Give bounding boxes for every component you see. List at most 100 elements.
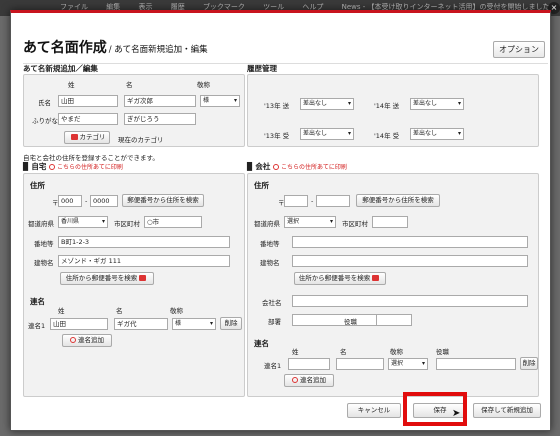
address-to-zip-label: 住所から郵便番号を検索 [65,274,138,282]
save-and-add-button[interactable]: 保存して新規追加 [473,403,541,418]
company-name-input[interactable] [292,295,528,307]
company-heading-text: 会社 [255,162,271,171]
history-label: '13年 受 [264,130,289,140]
building-label: 建物名 [260,259,280,267]
title-select[interactable]: 様 [200,95,240,107]
city-label: 市区町村 [342,220,368,228]
add-icon [292,377,298,383]
street-input[interactable]: B町1-2-3 [58,236,230,248]
company-address-title: 住所 [254,181,269,190]
history-select[interactable]: 差出なし [410,128,464,140]
zip2-input[interactable]: 0000 [90,195,118,207]
company-zip1-input[interactable] [284,195,308,207]
city-label: 市区町村 [114,220,140,228]
city-input[interactable]: ○市 [144,216,202,228]
mei-kana-input[interactable]: ぎがじろう [124,113,196,125]
col-title-label: 敬称 [197,81,210,89]
category-button[interactable]: カテゴリ [64,131,110,144]
company-street-input[interactable] [292,236,528,248]
zip-search-button[interactable]: 郵便番号から住所を検索 [122,194,204,207]
sei-input[interactable]: 山田 [58,95,118,107]
joint-col-sei: 姓 [58,307,65,315]
company-building-input[interactable] [292,255,528,267]
building-input[interactable]: メゾンド・ギガ 111 [58,255,230,267]
history-kind: 年 送 [274,102,290,110]
company-joint-add-button[interactable]: 連名追加 [284,374,334,387]
joint-col-position: 役職 [436,348,449,356]
search-map-icon [372,275,380,281]
sei-kana-input[interactable]: やまだ [58,113,118,125]
category-button-label: カテゴリ [79,133,106,141]
address-to-zip-button[interactable]: 住所から郵便番号を検索 [60,272,154,285]
home-box: 住所 〒 000 - 0000 郵便番号から住所を検索 都道府県 香川県 市区町… [23,173,245,397]
divider [23,63,548,64]
history-select[interactable]: 差出なし [300,128,354,140]
category-value: 現在のカテゴリ [118,136,164,144]
mei-input[interactable]: ギガ次郎 [124,95,196,107]
address-section-title: あて名新規追加／編集 [23,64,98,73]
furigana-label: ふりがな [32,117,58,125]
company-radio-label: こちらの住所あてに印刷 [281,164,347,171]
history-label: '13年 送 [264,100,289,110]
joint-sei-input[interactable]: 山田 [50,318,108,330]
company-joint-sei-input[interactable] [288,358,330,370]
history-label: '14年 受 [374,130,399,140]
dept-label: 部署 [268,318,281,326]
address-edit-dialog: あて名面作成 / あて名面新規追加・編集 オプション あて名新規追加／編集 姓 名… [10,10,551,431]
history-kind: 年 受 [274,132,290,140]
street-label: 番地等 [34,240,54,248]
joint-add-button[interactable]: 連名追加 [62,334,112,347]
joint-col-title: 敬称 [170,307,183,315]
joint-title-select[interactable]: 様 [172,318,216,330]
history-label: '14年 送 [374,100,399,110]
company-joint-title-select[interactable]: 選択 [388,358,428,370]
position-input[interactable] [376,314,412,326]
company-joint-position-input[interactable] [436,358,516,370]
company-radio[interactable] [273,164,280,170]
company-joint-title: 連名 [254,339,269,348]
joint-col-title: 敬称 [390,348,403,356]
history-select[interactable]: 差出なし [300,98,354,110]
history-section-title: 履歴管理 [247,64,277,73]
company-heading: ▉ 会社 こちらの住所あてに印刷 [247,161,347,172]
history-kind: 年 受 [384,132,400,140]
option-button[interactable]: オプション [493,41,545,58]
cancel-button[interactable]: キャンセル [347,403,401,418]
col-sei-label: 姓 [68,81,75,89]
col-mei-label: 名 [126,81,133,89]
pref-select[interactable]: 香川県 [58,216,108,228]
pref-label: 都道府県 [28,220,54,228]
joint-col-mei: 名 [116,307,123,315]
joint-mei-input[interactable]: ギガ代 [114,318,168,330]
building-label: 建物名 [34,259,54,267]
company-city-input[interactable] [372,216,408,228]
history-select[interactable]: 差出なし [410,98,464,110]
company-box: 住所 〒 - 郵便番号から住所を検索 都道府県 選択 市区町村 番地等 建物名 … [247,173,539,397]
joint-title: 連名 [30,297,45,306]
joint-col-mei: 名 [340,348,347,356]
company-pref-select[interactable]: 選択 [284,216,336,228]
zip1-input[interactable]: 000 [58,195,82,207]
company-zip2-input[interactable] [316,195,350,207]
joint-delete-button[interactable]: 削除 [220,317,242,330]
dialog-subtitle: / あて名面新規追加・編集 [108,45,208,55]
home-heading: ▉ 自宅 こちらの住所あてに印刷 [23,161,123,172]
company-address-to-zip-button[interactable]: 住所から郵便番号を検索 [294,272,386,285]
pref-label: 都道府県 [254,220,280,228]
dialog-title: あて名面作成 / あて名面新規追加・編集 [23,37,208,57]
position-label: 役職 [344,318,357,326]
name-label: 氏名 [38,99,51,107]
title-text: あて名面作成 [23,40,107,56]
company-zip-search-button[interactable]: 郵便番号から住所を検索 [356,194,440,207]
history-year: '13 [264,102,275,110]
address-name-box: 姓 名 敬称 氏名 山田 ギガ次郎 様 ふりがな やまだ ぎがじろう カテゴリ … [23,74,245,147]
home-heading-text: 自宅 [31,162,47,171]
history-kind: 年 送 [384,102,400,110]
history-year: '14 [374,132,385,140]
home-radio[interactable] [49,164,56,170]
zip-dash: - [85,197,88,205]
company-joint-delete-button[interactable]: 削除 [520,357,538,370]
company-joint-mei-input[interactable] [336,358,384,370]
address-to-zip-label: 住所から郵便番号を検索 [298,274,371,282]
joint-add-label: 連名追加 [300,376,326,384]
